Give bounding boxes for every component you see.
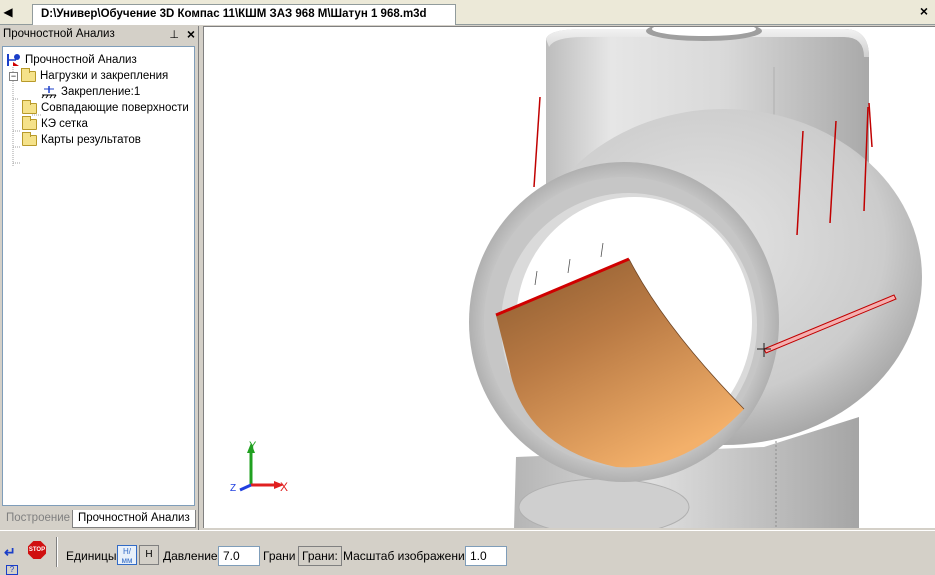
tab-strength-analysis[interactable]: Прочностной Анализ (72, 510, 196, 528)
document-tab[interactable]: D:\Универ\Обучение 3D Компас 11\КШМ ЗАЗ … (32, 4, 456, 25)
connecting-rod-model (469, 27, 922, 528)
panel-title: Прочностной Анализ (3, 28, 115, 40)
tree-item-label: Закрепление:1 (61, 86, 141, 98)
separator (56, 537, 58, 567)
folder-icon (22, 115, 37, 130)
help-icon[interactable]: ? (6, 565, 18, 575)
collapse-icon[interactable]: − (9, 71, 18, 81)
units-pressure-button[interactable]: Н/мм (117, 545, 137, 565)
analysis-tree: Прочностной Анализ − Нагрузки и закрепле… (2, 46, 195, 506)
stop-icon[interactable]: STOP (28, 541, 46, 559)
tree-item-mesh[interactable]: КЭ сетка (22, 115, 88, 132)
scale-input[interactable] (465, 546, 507, 566)
tab-build[interactable]: Построение (1, 510, 75, 528)
tree-item-surfaces[interactable]: Совпадающие поверхности (22, 99, 189, 116)
folder-icon (22, 131, 37, 146)
folder-icon (22, 99, 37, 114)
tree-item-label: Прочностной Анализ (25, 54, 137, 66)
axis-y-label: Y (249, 440, 257, 452)
create-object-icon[interactable]: ↵ (4, 545, 22, 559)
tree-item-root[interactable]: Прочностной Анализ (5, 52, 137, 68)
scale-label: Масштаб изображения (343, 549, 472, 563)
pressure-label: Давление (163, 549, 218, 563)
pressure-input[interactable] (218, 546, 260, 566)
faces-button[interactable]: Грани: (298, 546, 342, 566)
fixation-icon (41, 85, 57, 99)
tree-item-fixation[interactable]: Закрепление:1 (41, 84, 140, 100)
document-tab-strip: ◀ D:\Универ\Обучение 3D Компас 11\КШМ ЗА… (0, 0, 935, 25)
tree-item-label: Совпадающие поверхности (41, 102, 189, 114)
property-bar: ↵ STOP ? Единицы Н/мм Н Давление Грани Г… (0, 530, 935, 575)
tab-scroll-left-icon[interactable]: ◀ (2, 4, 14, 20)
model-viewport[interactable]: Y X Z (203, 26, 935, 528)
panel-tab-bar: Построение Прочностной Анализ (0, 508, 199, 530)
pin-icon[interactable]: ⊥ (169, 28, 179, 41)
units-label: Единицы (66, 549, 117, 563)
panel-header: Прочностной Анализ ⊥ × (0, 26, 199, 44)
tree-item-label: Нагрузки и закрепления (40, 70, 169, 82)
axis-x-label: X (280, 480, 289, 494)
faces-label: Грани (263, 549, 296, 563)
tree-item-label: КЭ сетка (41, 118, 88, 130)
property-bar-controls: ↵ STOP ? (2, 539, 50, 575)
folder-icon (21, 67, 36, 82)
close-icon[interactable]: × (916, 4, 932, 20)
units-force-button[interactable]: Н (139, 545, 159, 565)
tree-item-loads[interactable]: − Нагрузки и закрепления (9, 67, 169, 84)
tree-item-results[interactable]: Карты результатов (22, 131, 141, 148)
tree-item-label: Карты результатов (41, 134, 141, 146)
analysis-panel: Прочностной Анализ ⊥ × Прочностной Анали… (0, 26, 199, 530)
panel-close-button[interactable]: × (187, 26, 195, 42)
axis-triad (239, 443, 284, 492)
app-window: ◀ D:\Универ\Обучение 3D Компас 11\КШМ ЗА… (0, 0, 935, 575)
strength-analysis-icon (5, 52, 21, 68)
axis-z-label: Z (230, 483, 237, 494)
